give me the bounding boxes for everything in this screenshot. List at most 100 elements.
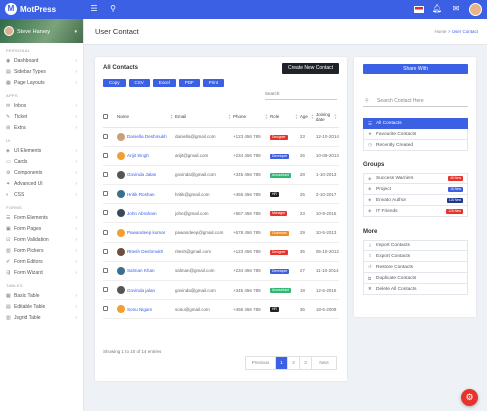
email-cell: sonu@gmail.com: [174, 299, 233, 320]
group-it-friends[interactable]: ◈ IT Friends 126 New: [363, 206, 468, 217]
table-row: Hritik Roshan hritik@gmail.com +456 456 78…: [103, 184, 339, 205]
export-copy-button[interactable]: Copy: [103, 79, 126, 87]
sidebar-item-basic-table[interactable]: ▦ Basic Table ›: [0, 290, 83, 301]
role-cell: Developer: [269, 146, 300, 166]
user-avatar[interactable]: [469, 3, 482, 16]
page-previous-button[interactable]: Previous: [246, 357, 276, 369]
sidebar-item-label: Extra: [14, 124, 26, 131]
table-search-input[interactable]: [265, 99, 337, 100]
search-icon[interactable]: ⚲: [108, 4, 118, 14]
sidebar-item-extra[interactable]: ⊞ Extra ›: [0, 122, 83, 133]
sidebar-item-form-editors[interactable]: ✐ Form Editors ›: [0, 256, 83, 267]
sidebar-item-ui-elements[interactable]: ◈ UI Elements ›: [0, 145, 83, 156]
sidebar-item-jsgrid-table[interactable]: ▥ Jsgrid Table ›: [0, 312, 83, 323]
sidebar-item-page-layouts[interactable]: ▦ Page Layouts ›: [0, 77, 83, 88]
row-checkbox[interactable]: [103, 267, 108, 273]
row-checkbox[interactable]: [103, 133, 108, 139]
export-csv-button[interactable]: CSV: [128, 79, 150, 87]
phone-cell: +345 456 789: [232, 280, 270, 301]
contact-name-link[interactable]: Sonu Nigam: [116, 305, 175, 314]
column-header-joining-date[interactable]: Joining date ▲ ▼: [315, 107, 339, 128]
sidebar-profile[interactable]: Steve Harvey ▾: [0, 19, 83, 43]
age-cell: 18: [299, 280, 316, 301]
row-select-cell: [103, 261, 117, 282]
row-checkbox[interactable]: [103, 171, 108, 177]
row-checkbox[interactable]: [103, 152, 108, 158]
sidebar-item-form-elements[interactable]: ☰ Form Elements ›: [0, 212, 83, 223]
sidebar-item-inbox[interactable]: ✉ Inbox ›: [0, 100, 83, 111]
group-project[interactable]: ◈ Project 16 New: [363, 184, 468, 195]
row-checkbox[interactable]: [103, 229, 108, 235]
action-restore-contacts[interactable]: ↺ Restore Contacts: [363, 262, 468, 273]
select-all-checkbox[interactable]: [103, 113, 108, 119]
export-excel-button[interactable]: Excel: [152, 79, 176, 87]
contact-search-input[interactable]: ⚲ Search Contact Here: [363, 95, 468, 107]
row-checkbox[interactable]: [103, 287, 108, 293]
contact-name-link[interactable]: Arijit Singh: [116, 151, 175, 160]
sidebar-item-components[interactable]: ⚙ Components ›: [0, 167, 83, 178]
page-1-button[interactable]: 1: [276, 357, 288, 369]
sidebar-item-form-pickers[interactable]: ▥ Form Pickers ›: [0, 245, 83, 256]
contact-name-link[interactable]: Govinda Jalan: [116, 170, 175, 179]
joining-date-cell: 05-10-2012: [315, 242, 339, 262]
contact-name-link[interactable]: Salman Khan: [116, 266, 175, 275]
hamburger-menu-icon[interactable]: ☰: [89, 4, 99, 14]
action-duplicate-contacts[interactable]: ⧉ Duplicate Contacts: [363, 273, 468, 284]
chat-icon[interactable]: ✉: [451, 4, 461, 14]
group-icon: ◈: [368, 197, 372, 202]
share-with-button[interactable]: Share With: [363, 64, 468, 74]
chevron-right-icon: ›: [75, 258, 77, 265]
contact-name-link[interactable]: Hritik Roshan: [116, 190, 175, 199]
chevron-down-icon[interactable]: ▾: [74, 29, 77, 35]
row-checkbox[interactable]: [103, 306, 108, 312]
role-cell: Accountant: [269, 165, 300, 186]
page-2-button[interactable]: 2: [288, 357, 300, 369]
export-print-button[interactable]: Print: [202, 79, 225, 87]
role-badge: Chairman: [269, 230, 289, 236]
sidebar-item-form-pages[interactable]: ▣ Form Pages ›: [0, 223, 83, 234]
action-delete-all-contacts[interactable]: ✖ Delete All Contacts: [363, 284, 468, 295]
sidebar-item-editable-table[interactable]: ▤ Editable Table ›: [0, 301, 83, 312]
group-success-warriers[interactable]: ◈ Success Warriers 46 New: [363, 173, 468, 184]
row-select-cell: [103, 203, 117, 224]
contact-name-link[interactable]: Govinda jalan: [116, 286, 175, 295]
export-pdf-button[interactable]: PDF: [178, 79, 200, 87]
view-all-contacts[interactable]: ☰ All Contacts: [363, 118, 468, 129]
sidebar-item-form-wizard[interactable]: ⇶ Form Wizard ›: [0, 267, 83, 278]
sidebar-item-cards[interactable]: ▭ Cards ›: [0, 156, 83, 167]
sidebar-item-css[interactable]: ◐ CSS ›: [0, 189, 83, 200]
app-logo[interactable]: M MotPress: [5, 3, 56, 15]
notification-bell-icon[interactable]: 🔔︎: [432, 4, 442, 14]
sidebar-item-advanced-ui[interactable]: ✦ Advanced UI ›: [0, 178, 83, 189]
sidebar-item-dashboard[interactable]: ◉ Dashboard ›: [0, 55, 83, 66]
column-header-email[interactable]: Email ▲ ▼: [174, 107, 233, 128]
chevron-right-icon: ›: [75, 303, 77, 310]
row-checkbox[interactable]: [103, 191, 108, 197]
column-header-phone[interactable]: Phone ▲ ▼: [232, 107, 270, 128]
sidebar-item-ticket[interactable]: ✎ Ticket ›: [0, 111, 83, 122]
view-recently-created[interactable]: ◷ Recently Created: [363, 140, 468, 151]
contact-name-link[interactable]: John Abraham: [116, 209, 175, 218]
sidebar-item-form-validation[interactable]: ☑ Form Validation ›: [0, 234, 83, 245]
sort-arrows-icon: ▲ ▼: [334, 113, 337, 120]
action-export-contacts[interactable]: ⇧ Export Contacts: [363, 251, 468, 262]
column-header-role[interactable]: Role ▲ ▼: [269, 107, 300, 128]
contact-name-link[interactable]: Daniella Deshmukh: [116, 132, 175, 141]
breadcrumb-home[interactable]: Home: [435, 29, 447, 34]
row-checkbox[interactable]: [103, 210, 108, 216]
page-next-button[interactable]: Next: [312, 357, 336, 369]
group-envato-author[interactable]: ◈ Envato Author 116 New: [363, 195, 468, 206]
contact-name-link[interactable]: Ritesh Deshmukh: [116, 247, 175, 256]
column-header-age[interactable]: Age ▲ ▼: [299, 107, 316, 128]
row-checkbox[interactable]: [103, 248, 108, 254]
contact-name-link[interactable]: Pawandeep kumar: [116, 228, 175, 237]
view-favourite-contacts[interactable]: ★ Favourite Contacts: [363, 129, 468, 140]
action-import-contacts[interactable]: ⇩ Import Contacts: [363, 240, 468, 251]
contact-name: Daniella Deshmukh: [126, 134, 167, 140]
settings-gear-button[interactable]: ⚙: [461, 389, 478, 406]
column-header-name[interactable]: Name ▲ ▼: [116, 107, 175, 128]
language-flag-icon[interactable]: [414, 6, 424, 13]
page-3-button[interactable]: 3: [300, 357, 312, 369]
sidebar-item-sidebar-types[interactable]: ▤ Sidebar Types ›: [0, 66, 83, 77]
create-contact-button[interactable]: Create New Contact: [282, 63, 339, 74]
